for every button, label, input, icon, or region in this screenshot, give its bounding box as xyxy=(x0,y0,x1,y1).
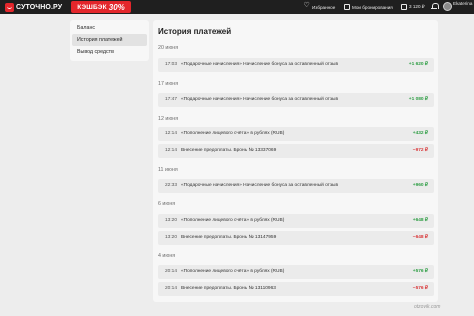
user-name[interactable]: Ekaterina xyxy=(453,1,472,6)
payment-description: «Подарочные начисления» Начисление бонус… xyxy=(181,97,339,102)
cashback-banner[interactable]: КЭШБЭК 30% xyxy=(71,1,131,13)
cashback-label: КЭШБЭК xyxy=(77,3,107,11)
payment-description: «Пополнение лицевого счёта» в рублях (RU… xyxy=(181,269,285,274)
payment-description: «Пополнение лицевого счёта» в рублях (RU… xyxy=(181,131,285,136)
payment-amount: −648 ₽ xyxy=(412,235,428,240)
date-heading: 11 июня xyxy=(158,167,178,173)
payment-description: «Пополнение лицевого счёта» в рублях (RU… xyxy=(181,218,285,223)
sidebar-item-withdrawal[interactable]: Вывод средств xyxy=(72,46,147,58)
nav-favorites[interactable]: Избранное xyxy=(304,0,336,14)
nav-balance-label: 3 120 ₽ xyxy=(409,4,425,9)
nav-bookings[interactable]: Мои бронирования xyxy=(344,0,393,14)
bell-icon[interactable] xyxy=(431,3,439,10)
top-header: СУТОЧНО.РУ КЭШБЭК 30% Избранное Мои брон… xyxy=(0,0,474,14)
payment-amount: +648 ₽ xyxy=(412,218,428,223)
payment-description: Внесение предоплаты. Бронь № 13110963 xyxy=(181,286,276,291)
account-sidebar: Баланс История платежей Вывод средств xyxy=(70,20,149,61)
payment-row[interactable]: 13:20 Внесение предоплаты. Бронь № 13147… xyxy=(158,231,434,245)
calendar-icon xyxy=(344,4,350,10)
heart-icon xyxy=(304,2,310,10)
payment-history-panel: История платежей 20 июня 17:03 «Подарочн… xyxy=(153,20,438,302)
payment-row[interactable]: 22:33 «Подарочные начисления» Начисление… xyxy=(158,179,434,193)
payment-time: 13:20 xyxy=(165,218,178,223)
payment-amount: +1 080 ₽ xyxy=(408,97,428,102)
date-heading: 17 июня xyxy=(158,81,179,87)
payment-description: «Подарочные начисления» Начисление бонус… xyxy=(181,183,339,188)
site-logo[interactable]: СУТОЧНО.РУ xyxy=(5,2,62,12)
logo-mark-icon xyxy=(5,2,14,12)
payment-time: 13:20 xyxy=(165,235,178,240)
payment-row[interactable]: 13:20 «Пополнение лицевого счёта» в рубл… xyxy=(158,214,434,228)
payment-amount: +432 ₽ xyxy=(412,131,428,136)
payment-description: «Подарочные начисления» Начисление бонус… xyxy=(181,62,339,67)
sidebar-item-payment-history[interactable]: История платежей xyxy=(72,34,147,46)
payment-amount: −972 ₽ xyxy=(412,148,428,153)
nav-bookings-label: Мои бронирования xyxy=(352,4,393,10)
page-title: История платежей xyxy=(158,27,232,36)
payment-time: 20:14 xyxy=(165,286,178,291)
cashback-value: 30% xyxy=(108,2,125,12)
nav-favorites-label: Избранное xyxy=(312,4,336,10)
date-heading: 6 июня xyxy=(158,201,176,207)
date-heading: 20 июня xyxy=(158,45,179,51)
wallet-icon xyxy=(401,4,407,10)
avatar[interactable] xyxy=(443,2,452,11)
logo-text: СУТОЧНО.РУ xyxy=(16,3,63,11)
date-heading: 4 июня xyxy=(158,253,176,259)
nav-balance[interactable]: 3 120 ₽ xyxy=(401,0,425,14)
payment-amount: +960 ₽ xyxy=(412,183,428,188)
payment-row[interactable]: 20:14 «Пополнение лицевого счёта» в рубл… xyxy=(158,265,434,279)
payment-time: 17:47 xyxy=(165,97,178,102)
payment-time: 20:14 xyxy=(165,269,178,274)
payment-row[interactable]: 17:03 «Подарочные начисления» Начисление… xyxy=(158,58,434,72)
sidebar-item-balance[interactable]: Баланс xyxy=(72,22,147,34)
payment-amount: −576 ₽ xyxy=(412,286,428,291)
payment-description: Внесение предоплаты. Бронь № 13337069 xyxy=(181,148,277,153)
payment-row[interactable]: 20:14 Внесение предоплаты. Бронь № 13110… xyxy=(158,282,434,296)
watermark: otzovik.com xyxy=(414,304,441,310)
payment-time: 12:14 xyxy=(165,148,178,153)
date-heading: 12 июня xyxy=(158,116,179,122)
payment-time: 22:33 xyxy=(165,183,178,188)
payment-time: 17:03 xyxy=(165,62,178,67)
payment-row[interactable]: 12:14 «Пополнение лицевого счёта» в рубл… xyxy=(158,127,434,141)
payment-amount: +576 ₽ xyxy=(412,269,428,274)
payment-time: 12:14 xyxy=(165,131,178,136)
payment-description: Внесение предоплаты. Бронь № 13147959 xyxy=(181,235,277,240)
payment-amount: +1 620 ₽ xyxy=(408,62,428,67)
payment-row[interactable]: 12:14 Внесение предоплаты. Бронь № 13337… xyxy=(158,144,434,158)
payment-row[interactable]: 17:47 «Подарочные начисления» Начисление… xyxy=(158,93,434,107)
